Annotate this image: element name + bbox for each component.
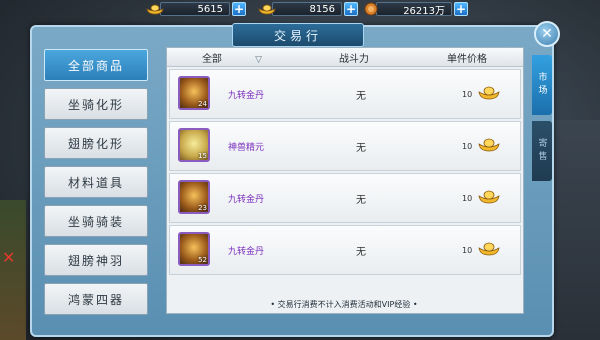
table-header: 全部 ▽ 战斗力 单件价格: [167, 48, 523, 67]
gold-ingot-icon: [258, 2, 276, 16]
gold-ingot-icon: [146, 2, 164, 16]
item-count: 15: [198, 152, 207, 160]
item-count: 52: [198, 256, 207, 264]
item-listing-table: 全部 ▽ 战斗力 单件价格 24 九转金丹 无 10 15 神兽精元 无 10: [166, 47, 524, 314]
filter-dropdown[interactable]: 全部 ▽: [167, 50, 297, 65]
coin-icon: [362, 2, 380, 16]
item-power: 无: [356, 142, 366, 154]
window-title: 交易行: [232, 23, 364, 47]
table-row[interactable]: 52 九转金丹 无 10: [169, 225, 521, 275]
currency-value: 8156: [272, 2, 342, 16]
footer-note: • 交易行消费不计入消费活动和VIP经验 •: [270, 300, 418, 309]
gold-ingot-icon: [478, 190, 500, 204]
notification-mark: ✕: [2, 248, 16, 267]
right-tab-bar: 市场 寄售: [532, 55, 552, 187]
item-power: 无: [356, 246, 366, 258]
currency-value: 26213万: [376, 2, 452, 17]
item-price: 10: [462, 245, 473, 255]
price-header[interactable]: 单件价格: [411, 50, 523, 65]
category-materials[interactable]: 材料道具: [44, 166, 148, 198]
currency-gold-ingot: 5615 +: [146, 0, 246, 18]
table-row[interactable]: 23 九转金丹 无 10: [169, 173, 521, 223]
item-power: 无: [356, 90, 366, 102]
category-wing-feathers[interactable]: 翅膀神羽: [44, 244, 148, 276]
add-currency-button[interactable]: +: [232, 2, 246, 16]
currency-coins: 26213万 +: [362, 0, 468, 18]
item-price: 10: [462, 193, 473, 203]
close-button[interactable]: ✕: [534, 21, 560, 47]
golden-pill-icon: 52: [178, 232, 210, 266]
add-currency-button[interactable]: +: [454, 2, 468, 16]
item-name: 九转金丹: [228, 90, 265, 101]
trading-house-window: 交易行 ✕ 全部商品 坐骑化形 翅膀化形 材料道具 坐骑骑装 翅膀神羽 鸿蒙四器…: [30, 21, 560, 337]
background-scenery-left: ✕: [0, 200, 26, 340]
category-hongmeng-artifacts[interactable]: 鸿蒙四器: [44, 283, 148, 315]
item-price: 10: [462, 141, 473, 151]
filter-label: 全部: [201, 53, 222, 65]
close-icon: ✕: [541, 26, 553, 42]
currency-bound-ingot: 8156 +: [258, 0, 358, 18]
category-mount-transform[interactable]: 坐骑化形: [44, 88, 148, 120]
gold-ingot-icon: [478, 242, 500, 256]
category-sidebar: 全部商品 坐骑化形 翅膀化形 材料道具 坐骑骑装 翅膀神羽 鸿蒙四器: [44, 49, 154, 322]
item-name: 九转金丹: [228, 194, 265, 205]
category-mount-gear[interactable]: 坐骑骑装: [44, 205, 148, 237]
golden-pill-icon: 23: [178, 180, 210, 214]
tab-consignment[interactable]: 寄售: [532, 121, 552, 181]
add-currency-button[interactable]: +: [344, 2, 358, 16]
table-row[interactable]: 15 神兽精元 无 10: [169, 121, 521, 171]
item-count: 24: [198, 100, 207, 108]
item-count: 23: [198, 204, 207, 212]
item-name: 九转金丹: [228, 246, 265, 257]
currency-value: 5615: [160, 2, 230, 16]
category-wing-transform[interactable]: 翅膀化形: [44, 127, 148, 159]
gold-ingot-icon: [478, 86, 500, 100]
gold-ingot-icon: [478, 138, 500, 152]
golden-pill-icon: 24: [178, 76, 210, 110]
item-power: 无: [356, 194, 366, 206]
currency-bar: 5615 + 8156 + 26213万 +: [140, 0, 580, 18]
category-all-items[interactable]: 全部商品: [44, 49, 148, 81]
background-scenery-right: [552, 120, 600, 340]
power-header[interactable]: 战斗力: [297, 50, 411, 65]
beast-essence-icon: 15: [178, 128, 210, 162]
table-row[interactable]: 24 九转金丹 无 10: [169, 69, 521, 119]
chevron-down-icon: ▽: [255, 54, 263, 65]
item-name: 神兽精元: [228, 142, 265, 153]
item-price: 10: [462, 89, 473, 99]
tab-market[interactable]: 市场: [532, 55, 552, 115]
